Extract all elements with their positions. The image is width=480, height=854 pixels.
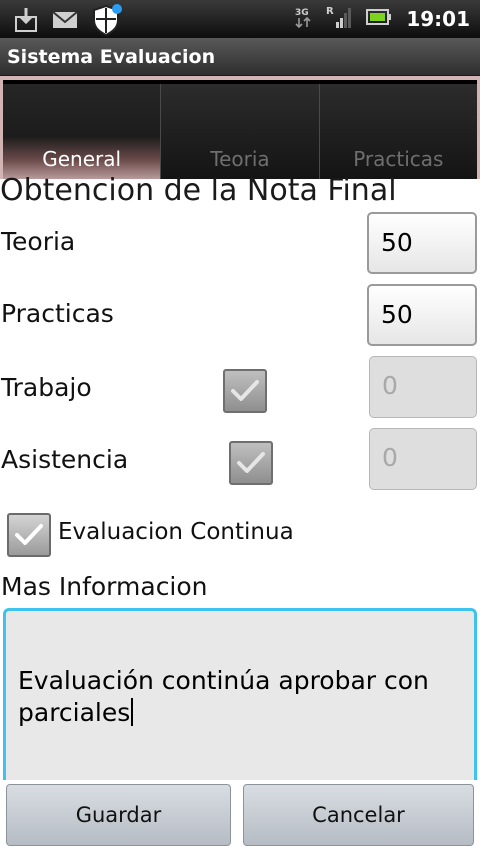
checkmark-icon: [15, 524, 43, 545]
tab-practicas[interactable]: Practicas: [319, 84, 477, 179]
mas-informacion-textarea[interactable]: Evaluación continúa aprobar con parciale…: [3, 608, 477, 784]
battery-icon: [366, 9, 392, 29]
app-title: Sistema Evaluacion: [7, 46, 216, 68]
evaluacion-continua-label: Evaluacion Continua: [58, 519, 294, 545]
cancelar-button[interactable]: Cancelar: [243, 784, 474, 846]
tab-strip: General Teoria Practicas: [0, 76, 480, 179]
tab-teoria[interactable]: Teoria: [161, 84, 320, 179]
text-caret: [131, 698, 134, 726]
svg-text:R: R: [326, 6, 334, 17]
checkmark-icon: [231, 380, 259, 401]
svg-text:3G: 3G: [295, 8, 309, 18]
asistencia-label: Asistencia: [1, 445, 129, 474]
form-heading: Obtencion de la Nota Final: [0, 173, 397, 208]
system-indicators: 3G R 19:01: [294, 0, 470, 38]
asistencia-checkbox[interactable]: [229, 441, 273, 485]
teoria-input[interactable]: 50: [367, 212, 477, 274]
download-icon: [14, 7, 38, 37]
tab-general[interactable]: General: [3, 84, 162, 179]
network-3g-icon: 3G: [294, 5, 312, 33]
notification-icons: [14, 4, 122, 40]
mail-icon: [52, 10, 78, 34]
app-title-bar: Sistema Evaluacion: [0, 38, 480, 76]
checkmark-icon: [237, 452, 265, 473]
practicas-label: Practicas: [1, 299, 114, 328]
status-time: 19:01: [406, 7, 470, 31]
mas-informacion-text: Evaluación continúa aprobar con parciale…: [18, 666, 429, 727]
button-bar: Guardar Cancelar: [0, 780, 480, 854]
trabajo-label: Trabajo: [1, 373, 92, 402]
security-shield-icon: [92, 4, 122, 40]
guardar-button[interactable]: Guardar: [6, 784, 231, 846]
evaluacion-continua-checkbox[interactable]: [7, 513, 51, 557]
practicas-input[interactable]: 50: [367, 284, 477, 346]
mas-informacion-label: Mas Informacion: [1, 572, 208, 601]
asistencia-input: 0: [369, 428, 477, 490]
teoria-label: Teoria: [1, 227, 76, 256]
trabajo-checkbox[interactable]: [223, 369, 267, 413]
status-bar: 3G R 19:01: [0, 0, 480, 38]
signal-roaming-icon: R: [326, 4, 352, 34]
trabajo-input: 0: [369, 356, 477, 418]
